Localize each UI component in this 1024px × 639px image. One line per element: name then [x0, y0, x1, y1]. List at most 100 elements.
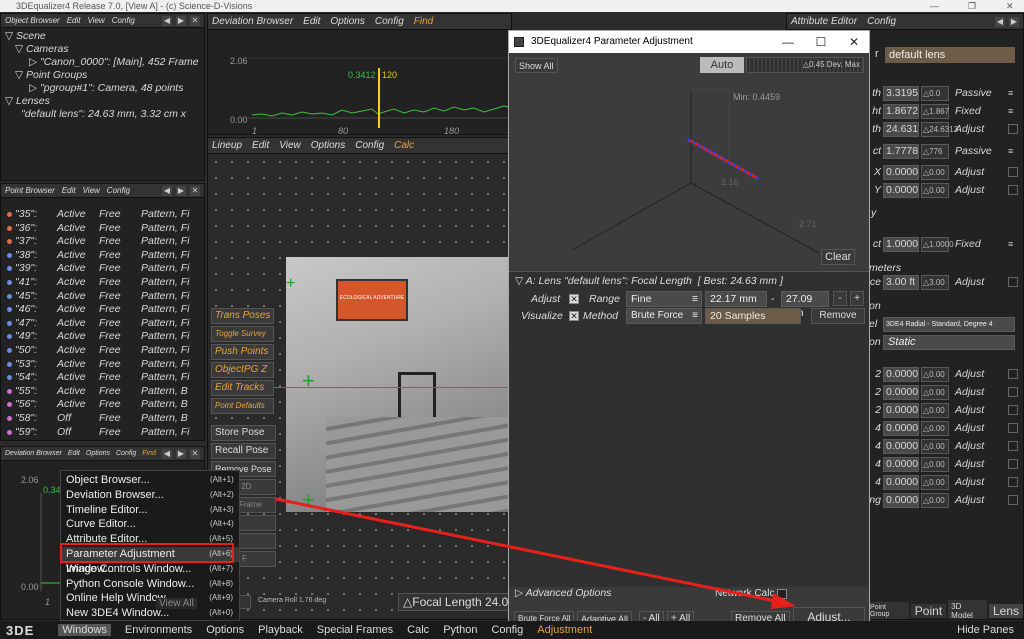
push-points-button[interactable]: Push Points [211, 344, 275, 360]
tree-item-lenses[interactable]: ▽ Lenses [5, 95, 204, 108]
attribute-delta-field[interactable]: △3.00 [921, 274, 949, 290]
range-max-field[interactable]: 27.09 mm [781, 291, 829, 319]
tree-item-point-groups[interactable]: ▽ Point Groups [5, 69, 204, 82]
tab-3d-model[interactable]: 3D Model [948, 600, 987, 619]
store-pose-button[interactable]: Store Pose [211, 425, 276, 441]
coefficient-checkbox[interactable] [1008, 423, 1018, 433]
menu-edit[interactable]: Edit [62, 186, 76, 195]
tree-item-scene[interactable]: ▽ Scene [5, 30, 204, 43]
tab-point[interactable]: Point [910, 604, 947, 618]
view-all-button[interactable]: View All [156, 598, 197, 609]
point-row[interactable]: "53": Active Free Pattern, Fi [1, 358, 204, 372]
point-row[interactable]: "59": Off Free Pattern, Fi [1, 426, 204, 440]
attribute-value-field[interactable]: 0.0000 [883, 164, 919, 180]
menu-calc[interactable]: Calc [407, 624, 429, 636]
edit-tracks-button[interactable]: Edit Tracks [211, 380, 275, 396]
point-row[interactable]: "45": Active Free Pattern, Fi [1, 290, 204, 304]
dropdown-icon[interactable]: ≡ [1008, 88, 1013, 98]
focal-length-field[interactable]: △Focal Length 24.0 [398, 593, 511, 611]
attribute-mode[interactable]: Adjust [951, 165, 1006, 180]
attribute-delta-field[interactable]: △0.00 [921, 182, 949, 198]
attribute-checkbox[interactable] [1008, 185, 1018, 195]
menu-find[interactable]: Find [414, 16, 433, 27]
method-select[interactable]: Brute Force ≡ [626, 308, 702, 324]
toggle-survey-button[interactable]: Toggle Survey [211, 326, 275, 342]
coefficient-value-field[interactable]: 0.0000 [883, 420, 919, 436]
recall-pose-button[interactable]: Recall Pose [211, 443, 276, 459]
attribute-value-field[interactable]: 3.00 ft [883, 274, 919, 290]
attribute-delta-field[interactable]: △776 [921, 143, 949, 159]
arrow-left-icon[interactable]: ◀ [162, 185, 172, 196]
menu-options[interactable]: Options [206, 624, 244, 636]
coefficient-checkbox[interactable] [1008, 441, 1018, 451]
menu-environments[interactable]: Environments [125, 624, 192, 636]
point-row[interactable]: "36": Active Free Pattern, Fi [1, 222, 204, 236]
dropdown-icon[interactable]: ≡ [1008, 106, 1013, 116]
hide-panes-button[interactable]: Hide Panes [957, 624, 1014, 636]
coefficient-checkbox[interactable] [1008, 495, 1018, 505]
arrow-left-icon[interactable]: ◀ [162, 448, 172, 459]
attribute-value-field[interactable]: 0.0000 [883, 182, 919, 198]
attribute-delta-field[interactable]: △24.6313 [921, 121, 958, 137]
tab-point-group[interactable]: Point Group [867, 602, 909, 619]
point-row[interactable]: "58": Off Free Pattern, B [1, 412, 204, 426]
arrow-right-icon[interactable]: ▶ [176, 448, 186, 459]
coefficient-delta-field[interactable]: △0.00 [921, 456, 949, 472]
coefficient-value-field[interactable]: 0.0000 [883, 456, 919, 472]
menu-config[interactable]: Config [867, 16, 896, 27]
coefficient-mode[interactable]: Adjust [951, 457, 1006, 472]
menu-view[interactable]: View [279, 140, 301, 151]
attribute-mode[interactable]: Passive [951, 144, 1006, 159]
attribute-delta-field[interactable]: △0.0 [921, 85, 949, 101]
coefficient-value-field[interactable]: 0.0000 [883, 438, 919, 454]
minimize-icon[interactable]: — [930, 0, 939, 12]
tab-lens[interactable]: Lens [988, 604, 1023, 618]
attribute-checkbox[interactable] [1008, 124, 1018, 134]
coefficient-mode[interactable]: Adjust [951, 385, 1006, 400]
clear-button[interactable]: Clear [821, 249, 856, 265]
attribute-delta-field[interactable]: △0.00 [921, 164, 949, 180]
deviation-graph[interactable]: 2.06 0.00 0.3412 120 1 80 180 [208, 30, 512, 135]
menu-config[interactable]: Config [107, 186, 130, 195]
menu-playback[interactable]: Playback [258, 624, 303, 636]
coefficient-value-field[interactable]: 0.0000 [883, 492, 919, 508]
menu-special-frames[interactable]: Special Frames [317, 624, 393, 636]
network-calc-checkbox[interactable] [777, 589, 787, 599]
point-defaults-button[interactable]: Point Defaults [211, 398, 275, 414]
point-row[interactable]: "35": Active Free Pattern, Fi [1, 208, 204, 222]
object-pg-z-button[interactable]: ObjectPG Z [211, 362, 275, 378]
menu-config[interactable]: Config [375, 16, 404, 27]
menu-edit[interactable]: Edit [68, 450, 80, 457]
point-row[interactable]: "50": Active Free Pattern, Fi [1, 344, 204, 358]
advanced-options-toggle[interactable]: ▷ Advanced Options [515, 587, 611, 599]
attribute-value-field[interactable]: 1.8672 [883, 103, 919, 119]
menu-find[interactable]: Find [142, 450, 156, 457]
coefficient-value-field[interactable]: 0.0000 [883, 402, 919, 418]
menu-adjustment[interactable]: Adjustment [537, 624, 592, 636]
menu-options[interactable]: Options [86, 450, 110, 457]
coefficient-delta-field[interactable]: △0.00 [921, 438, 949, 454]
coefficient-mode[interactable]: Adjust [951, 403, 1006, 418]
context-menu-item[interactable]: Parameter Adjustment Window... (Alt+6) [61, 546, 239, 575]
range-min-field[interactable]: 22.17 mm [705, 291, 767, 307]
menu-config[interactable]: Config [112, 16, 135, 25]
attribute-checkbox[interactable] [1008, 167, 1018, 177]
menu-windows[interactable]: Windows [58, 624, 111, 636]
attribute-delta-field[interactable]: △1.867 [921, 103, 949, 119]
restore-icon[interactable]: ❐ [968, 0, 976, 12]
arrow-right-icon[interactable]: ▶ [1009, 16, 1019, 27]
menu-view[interactable]: View [87, 16, 104, 25]
attribute-mode[interactable]: Fixed [951, 237, 1006, 252]
menu-view[interactable]: View [83, 186, 100, 195]
coefficient-value-field[interactable]: 0.0000 [883, 384, 919, 400]
track-marker-icon[interactable]: + [302, 487, 315, 513]
track-marker-icon[interactable]: + [286, 276, 298, 292]
arrow-right-icon[interactable]: ▶ [176, 185, 186, 196]
dropdown-icon[interactable]: ≡ [1008, 239, 1013, 249]
point-row[interactable]: "56": Active Free Pattern, B [1, 398, 204, 412]
static-select[interactable]: Static [883, 335, 1015, 350]
range-plus-button[interactable]: + [850, 291, 864, 306]
visualize-checkbox[interactable]: ✕ [569, 311, 579, 321]
menu-edit[interactable]: Edit [303, 16, 320, 27]
point-row[interactable]: "41": Active Free Pattern, Fi [1, 276, 204, 290]
